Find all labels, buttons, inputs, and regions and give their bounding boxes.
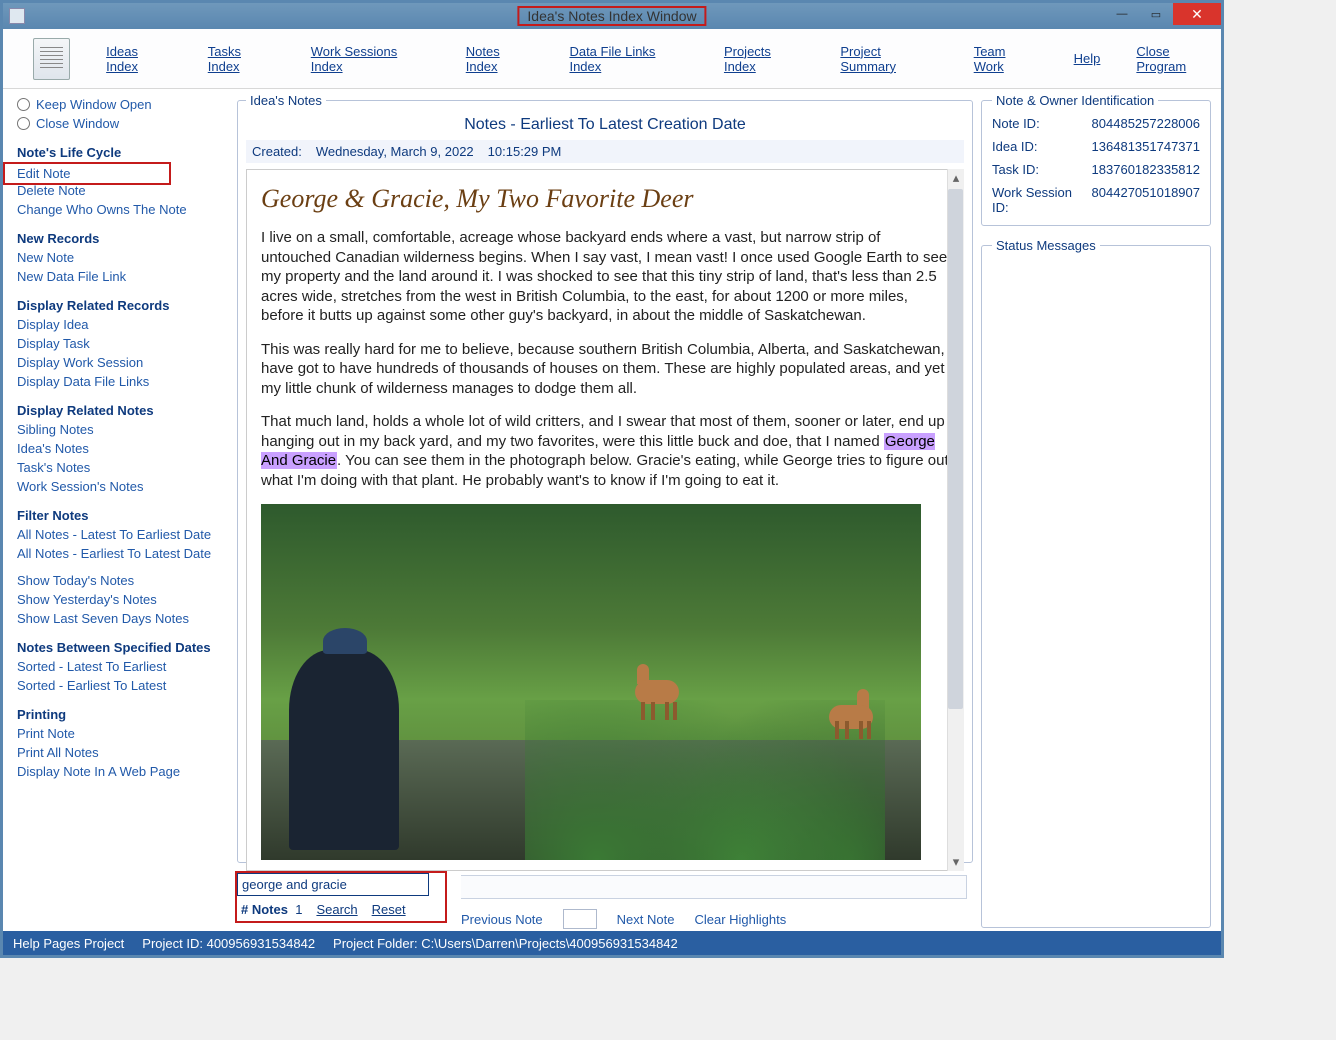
note-para-1: I live on a small, comfortable, acreage … (261, 228, 949, 326)
menu-notes-index[interactable]: Notes Index (466, 44, 534, 74)
link-display-work-session[interactable]: Display Work Session (17, 355, 221, 370)
person-figure (289, 650, 399, 850)
menu-project-summary[interactable]: Project Summary (840, 44, 937, 74)
status-legend: Status Messages (992, 238, 1100, 253)
link-ideas-notes[interactable]: Idea's Notes (17, 441, 221, 456)
menu-tasks-index[interactable]: Tasks Index (208, 44, 275, 74)
scroll-up-icon[interactable]: ▴ (951, 171, 961, 185)
menu-data-file-links-index[interactable]: Data File Links Index (569, 44, 688, 74)
note-area: Idea's Notes Notes - Earliest To Latest … (229, 89, 981, 931)
statusbar-project-folder-label: Project Folder: (333, 936, 418, 951)
panel-legend: Idea's Notes (246, 93, 326, 108)
note-para-2: This was really hard for me to believe, … (261, 340, 949, 399)
link-work-sessions-notes[interactable]: Work Session's Notes (17, 479, 221, 494)
heading-notes-between: Notes Between Specified Dates (17, 640, 221, 655)
statusbar-project-id: 400956931534842 (207, 936, 315, 951)
link-sorted-latest[interactable]: Sorted - Latest To Earliest (17, 659, 221, 674)
keep-window-open-radio[interactable] (17, 98, 30, 111)
menu-work-sessions-index[interactable]: Work Sessions Index (311, 44, 430, 74)
heading-filter-notes: Filter Notes (17, 508, 221, 523)
close-button[interactable]: ✕ (1173, 3, 1221, 25)
statusbar-help-pages: Help Pages Project (13, 936, 124, 951)
idea-id-value: 136481351747371 (1092, 139, 1200, 154)
statusbar: Help Pages Project Project ID: 400956931… (3, 931, 1221, 955)
note-heading: George & Gracie, My Two Favorite Deer (261, 184, 949, 214)
link-display-idea[interactable]: Display Idea (17, 317, 221, 332)
created-date: Wednesday, March 9, 2022 (316, 144, 474, 159)
heading-display-related-records: Display Related Records (17, 298, 221, 313)
link-new-note[interactable]: New Note (17, 250, 221, 265)
created-time: 10:15:29 PM (488, 144, 562, 159)
search-input[interactable] (237, 873, 429, 896)
reset-link[interactable]: Reset (372, 902, 406, 917)
link-show-last-seven[interactable]: Show Last Seven Days Notes (17, 611, 221, 626)
link-display-in-web[interactable]: Display Note In A Web Page (17, 764, 221, 779)
document-icon (33, 38, 70, 80)
note-para-3: That much land, holds a whole lot of wil… (261, 412, 949, 490)
ws-id-value: 804427051018907 (1092, 185, 1200, 215)
link-show-today[interactable]: Show Today's Notes (17, 573, 221, 588)
minimize-button[interactable]: — (1105, 3, 1139, 25)
link-tasks-notes[interactable]: Task's Notes (17, 460, 221, 475)
link-delete-note[interactable]: Delete Note (17, 183, 221, 198)
maximize-button[interactable]: ▭ (1139, 3, 1173, 25)
right-column: Note & Owner Identification Note ID: 8044… (981, 89, 1221, 931)
link-print-note[interactable]: Print Note (17, 726, 221, 741)
link-display-task[interactable]: Display Task (17, 336, 221, 351)
note-id-value: 804485257228006 (1092, 116, 1200, 131)
statusbar-project-id-label: Project ID: (142, 936, 203, 951)
menu-help[interactable]: Help (1074, 51, 1101, 66)
notes-count: 1 (295, 902, 302, 917)
link-change-owner[interactable]: Change Who Owns The Note (17, 202, 221, 217)
scroll-thumb[interactable] (948, 189, 963, 709)
deer-figure (631, 664, 687, 720)
id-panel-legend: Note & Owner Identification (992, 93, 1158, 108)
scroll-down-icon[interactable]: ▾ (951, 855, 961, 869)
close-window-label[interactable]: Close Window (36, 116, 119, 131)
window-title: Idea's Notes Index Window (519, 8, 704, 24)
menu-close-program[interactable]: Close Program (1136, 44, 1221, 74)
note-photo (261, 504, 921, 860)
heading-notes-life-cycle: Note's Life Cycle (17, 145, 221, 160)
prev-note-link[interactable]: Previous Note (461, 912, 543, 927)
menu-team-work[interactable]: Team Work (974, 44, 1038, 74)
app-icon (9, 8, 25, 24)
link-filter-latest-earliest[interactable]: All Notes - Latest To Earliest Date (17, 527, 221, 542)
close-window-radio[interactable] (17, 117, 30, 130)
keep-window-open-label[interactable]: Keep Window Open (36, 97, 152, 112)
next-note-link[interactable]: Next Note (617, 912, 675, 927)
link-filter-earliest-latest[interactable]: All Notes - Earliest To Latest Date (17, 546, 221, 561)
task-id-value: 183760182335812 (1092, 162, 1200, 177)
search-link[interactable]: Search (316, 902, 357, 917)
scrollbar[interactable]: ▴ ▾ (947, 169, 964, 871)
note-id-label: Note ID: (992, 116, 1040, 131)
ws-id-label: Work Session ID: (992, 185, 1092, 215)
link-sibling-notes[interactable]: Sibling Notes (17, 422, 221, 437)
task-id-label: Task ID: (992, 162, 1039, 177)
titlebar: Idea's Notes Index Window — ▭ ✕ (3, 3, 1221, 29)
heading-display-related-notes: Display Related Notes (17, 403, 221, 418)
heading-printing: Printing (17, 707, 221, 722)
link-show-yesterday[interactable]: Show Yesterday's Notes (17, 592, 221, 607)
link-sorted-earliest[interactable]: Sorted - Earliest To Latest (17, 678, 221, 693)
note-content[interactable]: George & Gracie, My Two Favorite Deer I … (246, 169, 964, 871)
clear-highlights-link[interactable]: Clear Highlights (694, 912, 786, 927)
link-edit-note[interactable]: Edit Note (17, 166, 165, 181)
idea-id-label: Idea ID: (992, 139, 1038, 154)
created-label: Created: (252, 144, 302, 159)
menubar: Ideas Index Tasks Index Work Sessions In… (3, 29, 1221, 89)
menu-ideas-index[interactable]: Ideas Index (106, 44, 172, 74)
menu-projects-index[interactable]: Projects Index (724, 44, 804, 74)
link-print-all-notes[interactable]: Print All Notes (17, 745, 221, 760)
deer-figure (825, 689, 881, 739)
statusbar-project-folder: C:\Users\Darren\Projects\400956931534842 (421, 936, 678, 951)
panel-title: Notes - Earliest To Latest Creation Date (246, 116, 964, 134)
notes-count-label: # Notes (241, 902, 288, 917)
link-display-data-file-links[interactable]: Display Data File Links (17, 374, 221, 389)
heading-new-records: New Records (17, 231, 221, 246)
page-number-input[interactable] (563, 909, 597, 929)
sidebar: Keep Window Open Close Window Note's Lif… (3, 89, 229, 931)
link-new-data-file-link[interactable]: New Data File Link (17, 269, 221, 284)
search-extended-bar (461, 875, 967, 899)
